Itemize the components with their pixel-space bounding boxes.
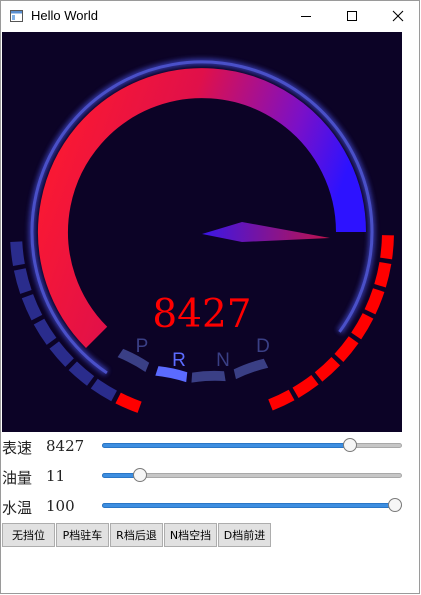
temp-label: 水温 [2,499,33,517]
fuel-segment [68,361,95,386]
r-gear-button[interactable]: R档后退 [110,523,163,547]
temp-value: 100 [46,497,75,515]
p-gear-button[interactable]: P档驻车 [56,523,109,547]
gauge-canvas: P R N D 8427 [10,58,394,413]
dashboard-gauge: P R N D 8427 [2,32,402,432]
temperature-segment [364,288,385,315]
slider-groove[interactable] [102,473,402,478]
fuel-row: 油量 11 [2,467,412,489]
fuel-value: 11 [46,467,66,485]
gear-label-p: P [136,336,149,357]
temp-row: 水温 100 [2,497,412,519]
fuel-label: 油量 [2,469,33,487]
gear-label-r: R [172,350,186,371]
temperature-segment [334,336,359,362]
slider-handle[interactable] [343,438,358,452]
speed-value: 8427 [46,437,85,455]
speed-slider[interactable] [102,438,402,452]
minimize-button[interactable] [283,1,329,31]
slider-fill [102,503,395,508]
gear-bar-n [191,370,226,383]
close-icon [392,10,404,22]
close-button[interactable] [375,1,421,31]
n-gear-button[interactable]: N档空挡 [164,523,217,547]
temperature-segment [268,389,295,411]
temperature-segment [292,374,319,398]
speed-readout: 8427 [152,292,251,337]
app-window: Hello World P R N D 8427 表速 8427 油量 11 水… [0,0,420,594]
minimize-icon [301,16,311,17]
temperature-segment [314,357,341,382]
fuel-segment [115,392,142,413]
gear-label-d: D [256,336,270,357]
fuel-segment [90,378,117,402]
d-gear-button[interactable]: D档前进 [218,523,271,547]
fuel-segment [10,241,25,267]
fuel-segment [13,268,32,294]
window-title: Hello World [31,8,98,23]
fuel-segment [21,294,43,321]
temperature-segment [374,262,392,288]
speed-row: 表速 8427 [2,437,412,459]
gear-bar-d [233,358,269,380]
gauge-needle [202,222,330,242]
speed-label: 表速 [2,439,33,457]
slider-handle[interactable] [388,498,402,512]
slider-handle[interactable] [133,468,148,482]
temperature-segment [351,313,374,340]
maximize-button[interactable] [329,1,375,31]
temperature-segment [380,235,394,260]
slider-fill [102,443,351,448]
gear-label-n: N [216,350,230,371]
no-gear-button[interactable]: 无挡位 [2,523,55,547]
maximize-icon [347,11,357,21]
fuel-segment [49,341,74,367]
fuel-slider[interactable] [102,468,402,482]
app-window-icon [10,10,23,22]
fuel-segment [33,318,57,345]
title-bar[interactable]: Hello World [1,1,419,31]
temp-slider[interactable] [102,498,402,512]
temperature-segments [268,235,394,411]
